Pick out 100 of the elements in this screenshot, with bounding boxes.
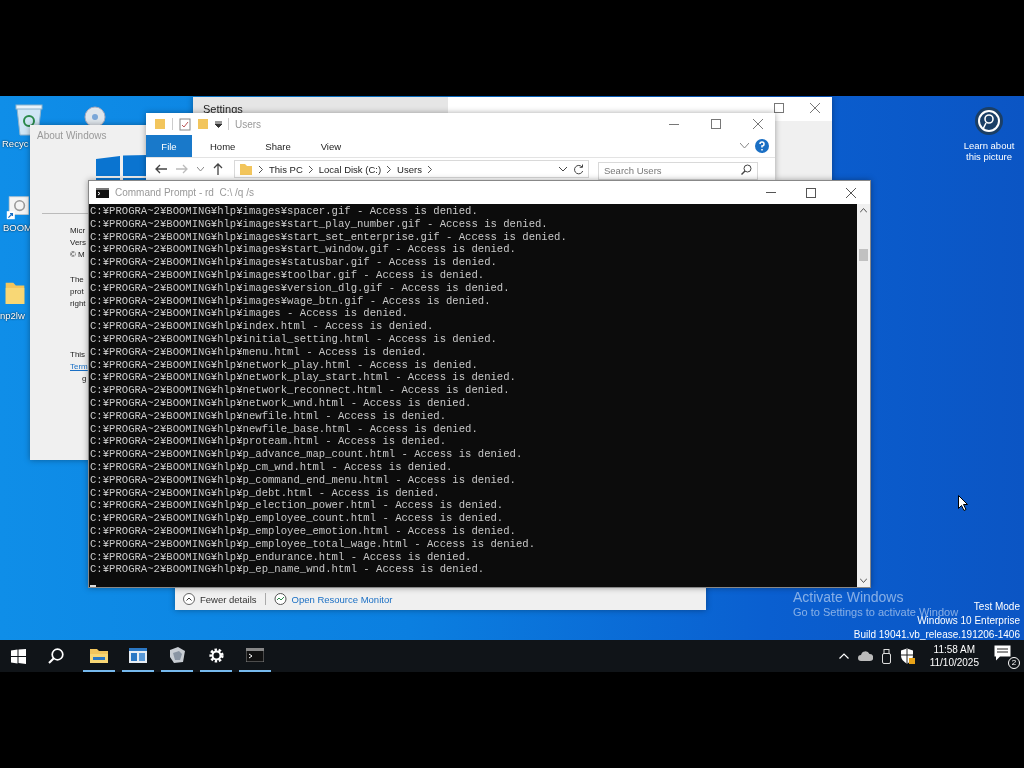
console-line: C:¥PROGRA~2¥BOOMING¥hlp¥proteam.html - Access is denied. — [90, 435, 447, 449]
build-info-text: Test Mode — [973, 600, 1020, 614]
window-title: Users — [235, 118, 262, 130]
console-line: C:¥PROGRA~2¥BOOMING¥hlp¥images - Access is denied. — [90, 307, 409, 321]
breadcrumb[interactable]: Local Disk (C:) — [318, 163, 382, 175]
mouse-pointer-icon — [958, 495, 968, 511]
resource-monitor-link[interactable]: Open Resource Monitor — [291, 594, 393, 605]
shield-icon[interactable] — [899, 648, 915, 664]
window-title: About Windows — [37, 130, 107, 141]
help-icon[interactable] — [755, 139, 769, 153]
about-text: © M — [70, 249, 85, 261]
console-line: C:¥PROGRA~2¥BOOMING¥hlp¥images¥statusbar.gif - Access is denied. — [90, 256, 498, 269]
properties-icon[interactable] — [179, 117, 191, 131]
about-text: g — [82, 373, 87, 385]
minimize-icon[interactable] — [669, 123, 679, 125]
console-line: C:¥PROGRA~2¥BOOMING¥hlp¥initial_setting.html - Access is denied. — [90, 332, 498, 346]
close-icon[interactable] — [810, 103, 820, 113]
about-text: The — [70, 274, 84, 286]
chevron-right-icon — [308, 165, 313, 173]
terminal-icon — [246, 648, 264, 662]
learn-about-picture-link[interactable]: Learn about this picture — [958, 140, 1020, 162]
window-icon — [129, 647, 147, 663]
notification-count-badge: 2 — [1008, 657, 1020, 669]
console-line: C:¥PROGRA~2¥BOOMING¥hlp¥p_debt.html - Access is denied. — [90, 486, 441, 500]
maximize-icon[interactable] — [774, 103, 784, 113]
console-line: C:¥PROGRA~2¥BOOMING¥hlp¥images¥start_play_number.gif - Access is denied. — [90, 217, 549, 231]
app-icon — [168, 647, 186, 663]
console-line: C:¥PROGRA~2¥BOOMING¥hlp¥p_cm_wnd.html - Access is denied. — [90, 460, 454, 474]
scrollbar[interactable] — [857, 204, 870, 588]
about-text: Micr — [70, 225, 86, 237]
scroll-down-icon[interactable] — [860, 578, 867, 584]
start-icon[interactable] — [11, 648, 26, 664]
search-field[interactable]: Search Users — [598, 161, 758, 180]
usb-drive-icon[interactable] — [881, 648, 891, 664]
breadcrumb[interactable]: This PC — [269, 163, 303, 175]
ribbon-tab[interactable]: Share — [253, 135, 303, 157]
chevron-up-icon[interactable] — [838, 653, 849, 659]
console-line: C:¥PROGRA~2¥BOOMING¥hlp¥network_wnd.html - Access is denied. — [90, 396, 473, 410]
gear-icon — [207, 646, 225, 664]
file-menu-button[interactable]: File — [146, 135, 192, 157]
scroll-up-icon[interactable] — [860, 208, 867, 213]
console-line: C:¥PROGRA~2¥BOOMING¥hlp¥images¥version_dlg.gif - Access is denied. — [90, 281, 511, 295]
notification-icon[interactable] — [994, 645, 1011, 661]
clock-date[interactable]: 11/10/2025 — [929, 656, 979, 669]
text-cursor — [90, 585, 96, 588]
camera-circle-icon[interactable] — [974, 106, 1004, 136]
chevron-right-icon — [387, 165, 392, 173]
console-line: C:¥PROGRA~2¥BOOMING¥hlp¥images¥toolbar.gif - Access is denied. — [90, 269, 486, 282]
address-bar[interactable]: This PC Local Disk (C:) Users — [234, 160, 589, 178]
search-icon — [741, 164, 752, 175]
about-text: Vers — [70, 237, 86, 249]
up-arrow-icon[interactable] — [213, 163, 223, 175]
monitor-icon — [273, 593, 287, 605]
console-line: C:¥PROGRA~2¥BOOMING¥hlp¥p_election_power.html - Access is denied. — [90, 499, 505, 513]
folder-icon — [239, 162, 253, 176]
fewer-details-button[interactable]: Fewer details — [200, 594, 257, 605]
chevron-down-icon[interactable] — [559, 166, 567, 172]
about-text: right — [70, 298, 86, 310]
back-arrow-icon[interactable] — [155, 164, 167, 174]
console-line: C:¥PROGRA~2¥BOOMING¥hlp¥p_ep_name_wnd.html - Access is denied. — [90, 563, 486, 577]
console-line: C:¥PROGRA~2¥BOOMING¥hlp¥images¥start_set_enterprise.gif - Access is denied. — [90, 230, 568, 244]
activation-title: Activate Windows — [793, 589, 904, 605]
console-line: C:¥PROGRA~2¥BOOMING¥hlp¥images¥spacer.gif - Access is denied. — [90, 205, 479, 218]
cloud-icon[interactable] — [857, 651, 873, 661]
collapse-icon[interactable] — [183, 593, 195, 605]
console-line: C:¥PROGRA~2¥BOOMING¥hlp¥index.html - Access is denied. — [90, 320, 435, 333]
about-text: This — [70, 349, 86, 361]
console-line: C:¥PROGRA~2¥BOOMING¥hlp¥newfile.html - Access is denied. — [90, 409, 447, 423]
folder-icon — [90, 647, 108, 663]
license-link[interactable]: Term — [70, 361, 88, 373]
windows-logo-icon — [96, 155, 148, 180]
console-line: C:¥PROGRA~2¥BOOMING¥hlp¥p_advance_map_count.html - Access is denied. — [90, 448, 524, 461]
chevron-right-icon — [427, 165, 432, 173]
search-icon[interactable] — [48, 648, 64, 664]
console-line: C:¥PROGRA~2¥BOOMING¥hlp¥menu.html - Access is denied. — [90, 345, 428, 359]
shortcut-icon[interactable] — [6, 196, 30, 220]
console-line: C:¥PROGRA~2¥BOOMING¥hlp¥newfile_base.html - Access is denied. — [90, 422, 479, 436]
breadcrumb[interactable]: Users — [397, 163, 422, 175]
clock-time[interactable]: 11:58 AM — [933, 643, 976, 656]
console-line: C:¥PROGRA~2¥BOOMING¥hlp¥p_employee_total_wage.html - Access is denied. — [90, 537, 536, 551]
maximize-icon[interactable] — [711, 119, 721, 129]
console-line: C:¥PROGRA~2¥BOOMING¥hlp¥network_reconnect.html - Access is denied. — [90, 384, 511, 397]
ribbon-tab[interactable]: View — [308, 135, 354, 157]
terminal-icon — [96, 187, 109, 198]
window-title: Settings — [203, 103, 243, 115]
maximize-icon[interactable] — [806, 187, 816, 198]
refresh-icon[interactable] — [573, 163, 584, 175]
console-line: C:¥PROGRA~2¥BOOMING¥hlp¥p_employee_count.html - Access is denied. — [90, 512, 505, 525]
console-line: C:¥PROGRA~2¥BOOMING¥hlp¥p_employee_emotion.html - Access is denied. — [90, 524, 517, 538]
ribbon-tab[interactable]: Home — [198, 135, 248, 157]
console-line: C:¥PROGRA~2¥BOOMING¥hlp¥images¥start_window.gif - Access is denied. — [90, 243, 517, 257]
close-icon[interactable] — [753, 119, 763, 129]
build-info-text: Build 19041.vb_release.191206-1406 — [853, 628, 1020, 640]
console-line: C:¥PROGRA~2¥BOOMING¥hlp¥network_play_start.html - Access is denied. — [90, 371, 517, 385]
desktop-icon-label[interactable]: BOOM — [3, 222, 33, 234]
close-icon[interactable] — [846, 187, 856, 198]
chevron-right-icon — [259, 165, 263, 173]
console-line: C:¥PROGRA~2¥BOOMING¥hlp¥images¥wage_btn.gif - Access is denied. — [90, 294, 492, 308]
scroll-thumb[interactable] — [859, 249, 868, 261]
dropdown-icon[interactable] — [215, 120, 222, 128]
